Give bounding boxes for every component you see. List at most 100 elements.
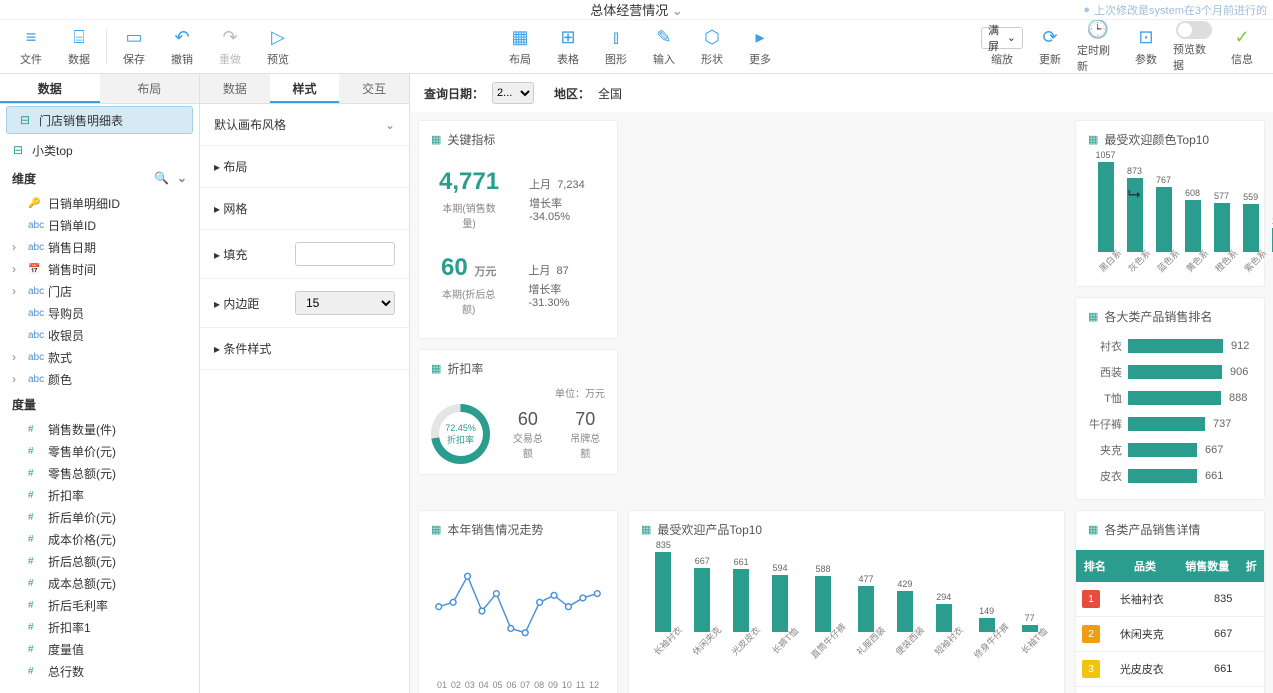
table-icon: ⊟ [10, 142, 26, 158]
hbar-chart: 衬衣912西装906T恤888牛仔裤737夹克667皮衣661 [1088, 333, 1252, 489]
info-button[interactable]: ✓信息 [1221, 24, 1263, 70]
dimension-item[interactable]: ›abc门店 [0, 280, 199, 302]
table-icon: ⊞ [560, 27, 575, 49]
canvas-style-select[interactable]: 默认画布风格⌄ [200, 104, 409, 146]
table-button[interactable]: ⊞表格 [547, 24, 589, 70]
redo-icon: ↷ [222, 27, 237, 49]
bar-chart: 835长袖衬衣667休闲夹克661光皮皮衣594长裤T恤588直筒牛仔裤477礼… [641, 546, 1052, 656]
type-icon: abc [28, 242, 42, 253]
preview-icon: ▷ [271, 27, 285, 49]
dimension-item[interactable]: abc导购员 [0, 302, 199, 324]
measure-item[interactable]: #成本总额(元) [0, 572, 199, 594]
dimension-item[interactable]: 🔑日销单明细ID [0, 192, 199, 214]
tab-mid-style[interactable]: 样式 [270, 74, 340, 103]
dimension-item[interactable]: abc收银员 [0, 324, 199, 346]
donut-chart: 72.45%折扣率 [431, 404, 490, 464]
chevron-down-icon: ⌄ [385, 118, 395, 132]
trend-card[interactable]: 本年销售情况走势 010203040506070809101112 [418, 510, 618, 693]
dimension-item[interactable]: ›abc款式 [0, 346, 199, 368]
data-button[interactable]: ⌸数据 [58, 24, 100, 70]
file-button[interactable]: ≡文件 [10, 24, 52, 70]
padding-select[interactable]: 15 [295, 291, 395, 315]
measure-item[interactable]: #成本价格(元) [0, 528, 199, 550]
hash-icon: # [28, 468, 42, 479]
dimension-item[interactable]: abc日销单ID [0, 214, 199, 236]
hash-icon: # [28, 556, 42, 567]
chevron-down-icon[interactable]: ⌄ [177, 171, 187, 185]
card-title: 最受欢迎产品Top10 [641, 521, 1052, 538]
style-layout[interactable]: ▸ 布局 [200, 146, 409, 188]
hash-icon: # [28, 512, 42, 523]
top-color-card[interactable]: 最受欢迎颜色Top10 1057黑白系873灰色系767蓝色系608黄色系577… [1075, 120, 1265, 287]
type-icon: abc [28, 286, 42, 297]
menu-icon: ≡ [26, 27, 37, 49]
tab-mid-interact[interactable]: 交互 [339, 74, 409, 103]
timed-refresh-button[interactable]: 🕒定时刷新 [1077, 24, 1119, 70]
card-title: 各大类产品销售排名 [1088, 308, 1252, 325]
discount-card[interactable]: 折扣率 单位：万元 72.45%折扣率 60 交易总额 70 吊牌总额 [418, 349, 618, 475]
measure-item[interactable]: #零售总额(元) [0, 462, 199, 484]
tab-mid-data[interactable]: 数据 [200, 74, 270, 103]
save-button[interactable]: ▭保存 [113, 24, 155, 70]
style-padding[interactable]: ▸ 内边距15 [200, 279, 409, 328]
tab-data[interactable]: 数据 [0, 74, 100, 103]
query-region-value: 全国 [598, 85, 622, 102]
fill-input[interactable] [295, 242, 395, 266]
top-product-card[interactable]: 最受欢迎产品Top10 835长袖衬衣667休闲夹克661光皮皮衣594长裤T恤… [628, 510, 1065, 693]
input-button[interactable]: ✎输入 [643, 24, 685, 70]
layout-button[interactable]: ▦布局 [499, 24, 541, 70]
measure-item[interactable]: #总行数 [0, 660, 199, 682]
style-cond[interactable]: ▸ 条件样式 [200, 328, 409, 370]
type-icon: abc [28, 330, 42, 341]
table-row[interactable]: 1长袖衬衣835 [1076, 582, 1264, 617]
check-icon: ✓ [1234, 27, 1249, 49]
dimension-item[interactable]: ›📅销售时间 [0, 258, 199, 280]
query-date-select[interactable]: 2... [492, 82, 534, 104]
detail-card[interactable]: 各类产品销售详情 排名品类销售数量折1长袖衬衣8352休闲夹克6673光皮皮衣6… [1075, 510, 1265, 693]
preview-data-button[interactable]: 预览数据 [1173, 24, 1215, 70]
measure-item[interactable]: #折扣率1 [0, 616, 199, 638]
datasource-item[interactable]: ⊟小类top [0, 136, 199, 164]
chart-button[interactable]: ⫾图形 [595, 24, 637, 70]
table-header: 品类 [1114, 550, 1176, 582]
search-icon[interactable]: 🔍 [154, 171, 169, 185]
measure-item[interactable]: #折后毛利率 [0, 594, 199, 616]
shape-button[interactable]: ⬡形状 [691, 24, 733, 70]
params-button[interactable]: ⊡参数 [1125, 24, 1167, 70]
style-fill[interactable]: ▸ 填充 [200, 230, 409, 279]
table-row[interactable]: 2休闲夹克667 [1076, 617, 1264, 652]
measure-item[interactable]: #折后单价(元) [0, 506, 199, 528]
dimension-item[interactable]: ›abc销售日期 [0, 236, 199, 258]
measure-item[interactable]: #折扣率 [0, 484, 199, 506]
measure-item[interactable]: #零售单价(元) [0, 440, 199, 462]
zoom-select[interactable]: 满屏 ⌄缩放 [981, 24, 1023, 70]
measure-item[interactable]: #度量值 [0, 638, 199, 660]
style-grid[interactable]: ▸ 网格 [200, 188, 409, 230]
cat-rank-card[interactable]: 各大类产品销售排名 衬衣912西装906T恤888牛仔裤737夹克667皮衣66… [1075, 297, 1265, 500]
chart-icon: ⫾ [613, 27, 619, 49]
refresh-button[interactable]: ⟳更新 [1029, 24, 1071, 70]
measure-item[interactable]: #折后总额(元) [0, 550, 199, 572]
more-button[interactable]: ▸更多 [739, 24, 781, 70]
preview-button[interactable]: ▷预览 [257, 24, 299, 70]
dimension-item[interactable]: ›abc颜色 [0, 368, 199, 390]
more-icon: ▸ [755, 27, 764, 49]
redo-button[interactable]: ↷重做 [209, 24, 251, 70]
datasource-item[interactable]: ⊟门店销售明细表 [6, 106, 193, 134]
shape-icon: ⬡ [704, 27, 720, 49]
card-title: 最受欢迎颜色Top10 [1088, 131, 1252, 148]
last-modified: 上次修改是system在3个月前进行的 [1083, 2, 1267, 18]
doc-title[interactable]: 总体经营情况 [590, 0, 683, 19]
undo-button[interactable]: ↶撤销 [161, 24, 203, 70]
hash-icon: # [28, 622, 42, 633]
measure-item[interactable]: #销售数量(件) [0, 418, 199, 440]
table-row[interactable]: 3光皮皮衣661 [1076, 652, 1264, 687]
measures-header: 度量 [0, 390, 199, 418]
kpi-value: 60 万元 [439, 254, 498, 282]
tab-layout[interactable]: 布局 [100, 74, 200, 103]
kpi-card[interactable]: 关键指标 4,771 本期(销售数量) 上月 7,234 增长率 -34.05% [418, 120, 618, 339]
card-title: 关键指标 [431, 131, 605, 148]
canvas[interactable]: 查询日期： 2... 地区： 全国 关键指标 4,771 本期(销售数量) 上月… [410, 74, 1273, 693]
hash-icon: # [28, 424, 42, 435]
card-title: 本年销售情况走势 [431, 521, 605, 538]
